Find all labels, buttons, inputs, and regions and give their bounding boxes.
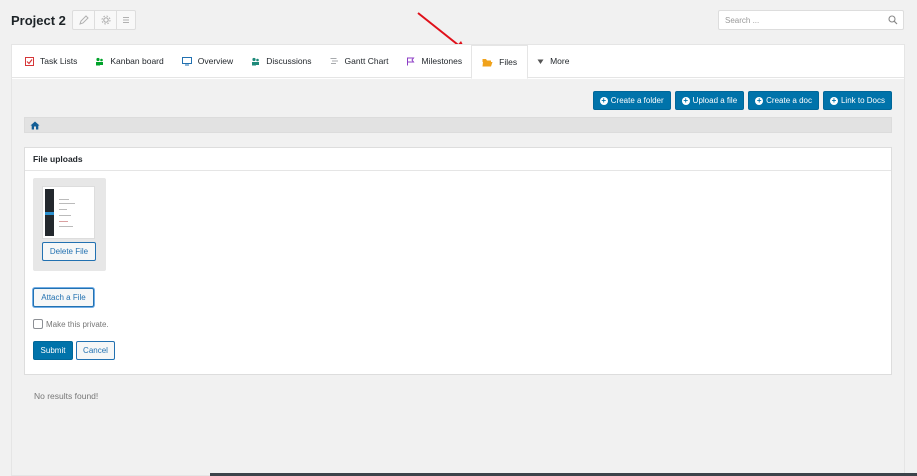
project-tools [72,10,136,30]
tab-discussions[interactable]: Discussions [242,45,320,77]
tab-milestones[interactable]: Milestones [397,45,471,77]
make-private-checkbox[interactable] [33,319,43,329]
attach-file-button[interactable]: Attach a File [33,288,94,307]
button-label: Create a folder [610,96,664,105]
tab-label: Task Lists [40,56,78,66]
tab-more[interactable]: More [528,45,578,77]
home-icon[interactable] [30,121,40,130]
file-actions: + Create a folder + Upload a file + Create … [592,91,892,110]
thumbnail-sidebar [45,189,54,236]
upload-file-button[interactable]: + Upload a file [674,91,745,110]
create-folder-button[interactable]: + Create a folder [592,91,671,110]
gantt-icon [330,57,338,64]
plus-circle-icon: + [681,95,690,105]
tab-task-lists[interactable]: Task Lists [16,45,86,77]
file-thumbnail[interactable] [43,187,94,238]
project-settings-button[interactable] [95,11,117,29]
tab-gantt-chart[interactable]: Gantt Chart [321,45,398,77]
cancel-button[interactable]: Cancel [76,341,115,360]
breadcrumb [24,117,892,133]
button-label: Create a doc [766,96,812,105]
search-input[interactable] [719,11,879,29]
button-label: Link to Docs [840,96,885,105]
tab-overview[interactable]: Overview [173,45,242,77]
project-panel: Task Lists Kanban board Overview Discuss… [11,44,905,476]
link-to-docs-button[interactable]: + Link to Docs [822,91,892,110]
plus-circle-icon: + [599,95,608,105]
submit-button[interactable]: Submit [33,341,73,360]
files-content: + Create a folder + Upload a file + Create … [12,79,904,475]
plus-circle-icon: + [755,95,764,105]
button-label: Upload a file [692,96,738,105]
plus-circle-icon: + [829,95,838,105]
file-uploads-title: File uploads [25,148,891,171]
project-details-button[interactable] [117,11,135,29]
tab-label: Milestones [421,56,463,66]
tab-label: Overview [197,56,234,66]
make-private-option[interactable]: Make this private. [33,319,109,329]
tab-label: Files [499,57,518,67]
folder-open-icon [482,58,493,66]
create-doc-button[interactable]: + Create a doc [748,91,819,110]
kanban-icon [96,57,104,65]
tab-label: Gantt Chart [344,56,389,66]
file-uploads-box: File uploads Delete File Attach a File M… [24,147,892,375]
uploaded-file-card: Delete File [33,178,106,271]
caret-down-icon [537,59,544,64]
project-tabs: Task Lists Kanban board Overview Discuss… [12,45,904,79]
edit-project-button[interactable] [73,11,95,29]
project-title: Project 2 [11,13,66,28]
list-icon [123,17,129,23]
pencil-icon [78,15,89,25]
make-private-label: Make this private. [46,319,109,329]
tab-files[interactable]: Files [471,45,529,79]
no-results-message: No results found! [34,391,99,401]
search-box [718,10,904,30]
tab-label: More [550,56,570,66]
search-icon[interactable] [888,15,898,25]
tab-label: Kanban board [110,56,164,66]
tab-kanban-board[interactable]: Kanban board [86,45,172,77]
discussions-icon [252,57,260,65]
overview-icon [181,56,192,65]
tab-label: Discussions [266,56,312,66]
milestone-flag-icon [407,57,415,65]
delete-file-button[interactable]: Delete File [42,242,96,261]
task-list-icon [25,56,34,66]
gear-icon [101,15,110,25]
